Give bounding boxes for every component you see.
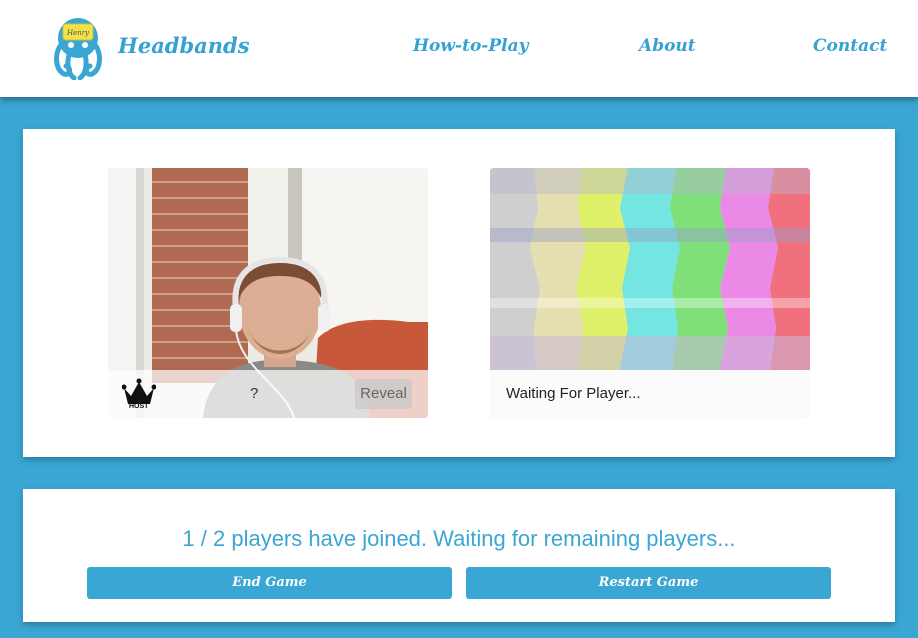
player-card-host: HOST ? Reveal bbox=[108, 168, 428, 418]
players-joined-status: 1 / 2 players have joined. Waiting for r… bbox=[182, 526, 736, 551]
game-status-panel: 1 / 2 players have joined. Waiting for r… bbox=[23, 489, 895, 622]
host-card-bar: HOST ? Reveal bbox=[108, 370, 428, 418]
nav-about[interactable]: About bbox=[639, 36, 696, 56]
restart-game-button[interactable]: Restart Game bbox=[466, 567, 831, 599]
host-label: HOST bbox=[129, 403, 149, 410]
logo-tag: Henry bbox=[66, 29, 90, 37]
waiting-status: Waiting For Player... bbox=[506, 385, 641, 402]
guess-word: ? bbox=[250, 385, 259, 402]
reveal-button[interactable]: Reveal bbox=[355, 379, 412, 409]
waiting-card-bar: Waiting For Player... bbox=[490, 370, 810, 418]
octopus-logo-icon[interactable]: Henry bbox=[50, 16, 106, 80]
video-panel: HOST ? Reveal Waiting For Player... bbox=[23, 129, 895, 457]
brand-name[interactable]: Headbands bbox=[118, 33, 250, 58]
site-header: Henry Headbands How-to-Play About Contac… bbox=[0, 0, 918, 97]
nav-how-to-play[interactable]: How-to-Play bbox=[413, 36, 528, 56]
end-game-button[interactable]: End Game bbox=[87, 567, 452, 599]
nav-contact[interactable]: Contact bbox=[813, 36, 887, 56]
player-card-waiting: Waiting For Player... bbox=[490, 168, 810, 418]
